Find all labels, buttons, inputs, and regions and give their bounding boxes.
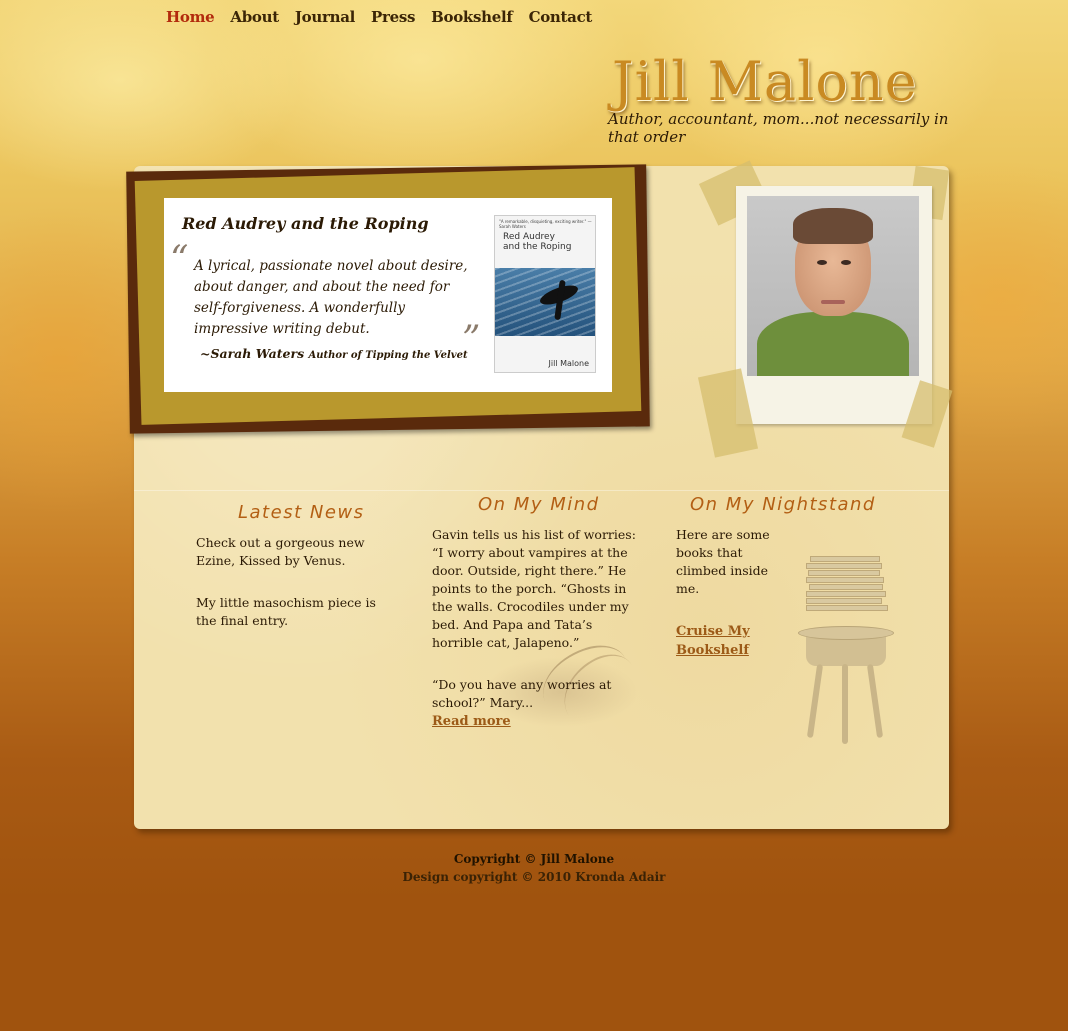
site-tagline: Author, accountant, mom...not necessaril… bbox=[608, 110, 949, 146]
open-quote-icon: “ bbox=[170, 239, 189, 280]
book-cover-image[interactable]: "A remarkable, disquieting, exciting wri… bbox=[494, 215, 596, 373]
portrait-shirt bbox=[757, 312, 909, 376]
table-leg bbox=[842, 664, 848, 744]
book-stack-illustration bbox=[806, 556, 888, 612]
review-attribution: ~Sarah Waters Author of Tipping the Velv… bbox=[200, 346, 468, 361]
on-my-nightstand-heading: On My Nightstand bbox=[690, 494, 876, 515]
latest-news-heading: Latest News bbox=[238, 502, 365, 523]
book-spine bbox=[806, 591, 886, 597]
review-quote: A lyrical, passionate novel about desire… bbox=[194, 258, 468, 337]
book-spine bbox=[810, 556, 880, 562]
portrait-eye-right bbox=[841, 260, 851, 265]
cover-title-line2: and the Roping bbox=[503, 242, 572, 252]
cruise-bookshelf-link[interactable]: Cruise My Bookshelf bbox=[676, 624, 750, 658]
copyright-text: Copyright © Jill Malone bbox=[453, 852, 615, 866]
nav-contact[interactable]: Contact bbox=[529, 8, 593, 26]
cover-title: Red Audrey and the Roping bbox=[503, 232, 571, 252]
on-my-mind-body: Gavin tells us his list of worries: “I w… bbox=[432, 526, 642, 731]
reviewer-role: Author of Tipping the Velvet bbox=[308, 350, 468, 361]
cover-blurb: "A remarkable, disquieting, exciting wri… bbox=[499, 219, 592, 229]
featured-book: Red Audrey and the Roping “ A lyrical, p… bbox=[164, 198, 612, 392]
nightstand-paragraph: Here are some books that climbed inside … bbox=[676, 527, 770, 596]
panel-divider bbox=[134, 490, 949, 491]
book-spine bbox=[809, 584, 883, 590]
nav-home[interactable]: Home bbox=[166, 8, 215, 26]
book-spine bbox=[806, 605, 888, 611]
on-my-mind-heading: On My Mind bbox=[478, 494, 600, 515]
site-title: Jill Malone bbox=[612, 50, 918, 113]
news-item[interactable]: Check out a gorgeous new Ezine, Kissed b… bbox=[196, 534, 392, 570]
nav-bookshelf[interactable]: Bookshelf bbox=[431, 8, 513, 26]
design-credit: Design copyright © 2010 Kronda Adair bbox=[402, 870, 666, 884]
nightstand-body: Here are some books that climbed inside … bbox=[676, 526, 772, 660]
author-portrait bbox=[747, 196, 919, 376]
cover-title-line1: Red Audrey bbox=[503, 232, 555, 242]
news-item[interactable]: My little masochism piece is the final e… bbox=[196, 594, 392, 630]
book-spine bbox=[806, 598, 882, 604]
nav-press[interactable]: Press bbox=[371, 8, 415, 26]
side-table-top bbox=[798, 626, 894, 640]
read-more-link[interactable]: Read more bbox=[432, 714, 511, 729]
main-nav: Home About Journal Press Bookshelf Conta… bbox=[166, 8, 608, 26]
nav-about[interactable]: About bbox=[230, 8, 279, 26]
portrait-mouth bbox=[821, 300, 845, 304]
book-spine bbox=[806, 563, 882, 569]
nav-journal[interactable]: Journal bbox=[295, 8, 355, 26]
mind-paragraph: “Do you have any worries at school?” Mar… bbox=[432, 677, 612, 710]
latest-news-body: Check out a gorgeous new Ezine, Kissed b… bbox=[196, 534, 392, 654]
reviewer-name: ~Sarah Waters bbox=[200, 346, 305, 361]
cover-author: Jill Malone bbox=[548, 359, 589, 368]
mind-paragraph: Gavin tells us his list of worries: “I w… bbox=[432, 527, 636, 650]
portrait-hair bbox=[793, 208, 873, 244]
book-spine bbox=[808, 570, 880, 576]
featured-book-title[interactable]: Red Audrey and the Roping bbox=[182, 214, 429, 233]
footer: Copyright © Jill Malone Design copyright… bbox=[0, 850, 1068, 886]
side-table-body bbox=[806, 636, 886, 666]
book-spine bbox=[806, 577, 884, 583]
portrait-eye-left bbox=[817, 260, 827, 265]
